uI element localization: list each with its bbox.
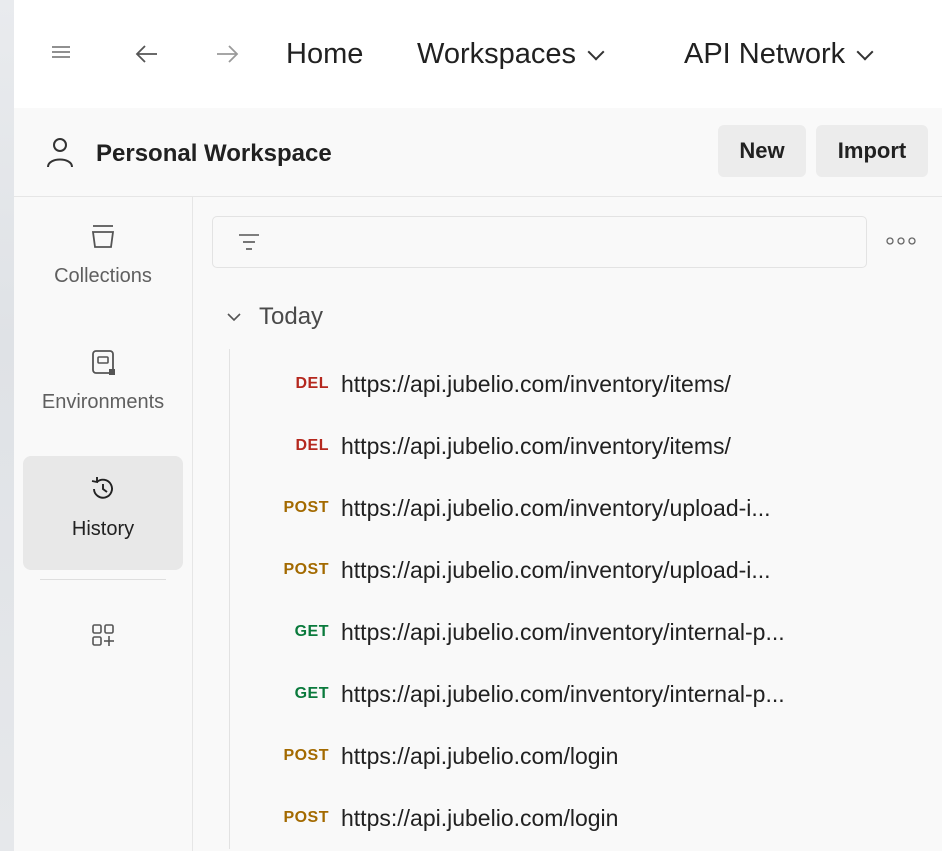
- workspace-title[interactable]: Personal Workspace: [96, 140, 332, 168]
- chevron-down-icon: [856, 43, 874, 60]
- history-item[interactable]: POST https://api.jubelio.com/inventory/up…: [231, 477, 931, 539]
- sidebar-item-history[interactable]: History: [23, 456, 183, 570]
- request-url: https://api.jubelio.com/inventory/intern…: [341, 618, 785, 645]
- arrow-left-icon[interactable]: [134, 42, 160, 70]
- history-item[interactable]: POST https://api.jubelio.com/login: [231, 787, 931, 849]
- sidebar-item-label: Collections: [54, 265, 152, 287]
- app-window: Home Workspaces API Network Personal Wor…: [14, 0, 942, 851]
- more-options-icon[interactable]: [883, 233, 919, 249]
- request-method-badge: DEL: [295, 437, 329, 454]
- sidebar: Collections Environments History: [14, 197, 193, 851]
- chevron-down-icon: [227, 313, 241, 322]
- configure-sidebar-icon: [92, 624, 114, 646]
- environments-icon: [92, 350, 115, 375]
- history-item[interactable]: DEL https://api.jubelio.com/inventory/ite…: [231, 415, 931, 477]
- history-group-today[interactable]: Today: [227, 303, 323, 331]
- sidebar-item-environments[interactable]: Environments: [23, 329, 183, 443]
- request-url: https://api.jubelio.com/inventory/intern…: [341, 680, 785, 707]
- request-method-badge: POST: [283, 499, 329, 516]
- request-url: https://api.jubelio.com/inventory/upload…: [341, 556, 771, 583]
- nav-workspaces-label: Workspaces: [417, 38, 577, 70]
- import-button[interactable]: Import: [816, 125, 928, 177]
- request-url: https://api.jubelio.com/inventory/upload…: [341, 494, 771, 521]
- request-method-badge: GET: [294, 623, 329, 640]
- history-item[interactable]: POST https://api.jubelio.com/login: [231, 725, 931, 787]
- request-method-badge: DEL: [295, 375, 329, 392]
- request-url: https://api.jubelio.com/login: [341, 742, 619, 769]
- top-navigation-bar: Home Workspaces API Network: [14, 0, 942, 109]
- hamburger-icon[interactable]: [50, 40, 72, 68]
- request-url: https://api.jubelio.com/login: [341, 804, 619, 831]
- sidebar-divider: [40, 579, 166, 580]
- request-method-badge: POST: [283, 561, 329, 578]
- history-icon: [91, 477, 113, 499]
- sidebar-item-collections[interactable]: Collections: [23, 203, 183, 317]
- history-item[interactable]: GET https://api.jubelio.com/inventory/int…: [231, 601, 931, 663]
- workspace-header: Personal Workspace New Import: [14, 108, 942, 197]
- request-method-badge: POST: [283, 747, 329, 764]
- chevron-down-icon: [587, 43, 605, 60]
- sidebar-item-label: History: [71, 518, 135, 540]
- user-icon-svg: [47, 138, 73, 168]
- hamburger-icon-svg: [52, 46, 70, 58]
- history-group-label: Today: [259, 303, 324, 330]
- arrow-right-icon[interactable]: [214, 42, 240, 70]
- history-item[interactable]: POST https://api.jubelio.com/inventory/up…: [231, 539, 931, 601]
- nav-workspaces[interactable]: Workspaces: [417, 38, 605, 71]
- history-filter-input[interactable]: [212, 216, 867, 268]
- desktop-backdrop: [0, 0, 14, 851]
- request-url: https://api.jubelio.com/inventory/items/: [341, 370, 731, 397]
- page: Home Workspaces API Network Personal Wor…: [0, 0, 942, 851]
- request-url: https://api.jubelio.com/inventory/items/: [341, 432, 731, 459]
- collections-icon: [91, 225, 115, 248]
- user-icon: [46, 136, 74, 170]
- filter-icon: [239, 234, 259, 250]
- arrow-left-icon-svg: [135, 45, 157, 63]
- request-method-badge: POST: [283, 809, 329, 826]
- request-method-badge: GET: [294, 685, 329, 702]
- arrow-right-icon-svg: [217, 45, 239, 63]
- nav-api-network[interactable]: API Network: [684, 38, 874, 71]
- nav-home[interactable]: Home: [286, 38, 363, 71]
- history-item[interactable]: GET https://api.jubelio.com/inventory/int…: [231, 663, 931, 725]
- sidebar-item-label: Environments: [41, 391, 165, 413]
- tree-guide-line: [229, 349, 230, 849]
- nav-api-network-label: API Network: [684, 38, 846, 70]
- history-panel: Today DEL https://api.jubelio.com/invento…: [193, 197, 942, 851]
- history-item[interactable]: DEL https://api.jubelio.com/inventory/ite…: [231, 353, 931, 415]
- sidebar-item-configure[interactable]: [23, 602, 183, 716]
- new-button[interactable]: New: [718, 125, 806, 177]
